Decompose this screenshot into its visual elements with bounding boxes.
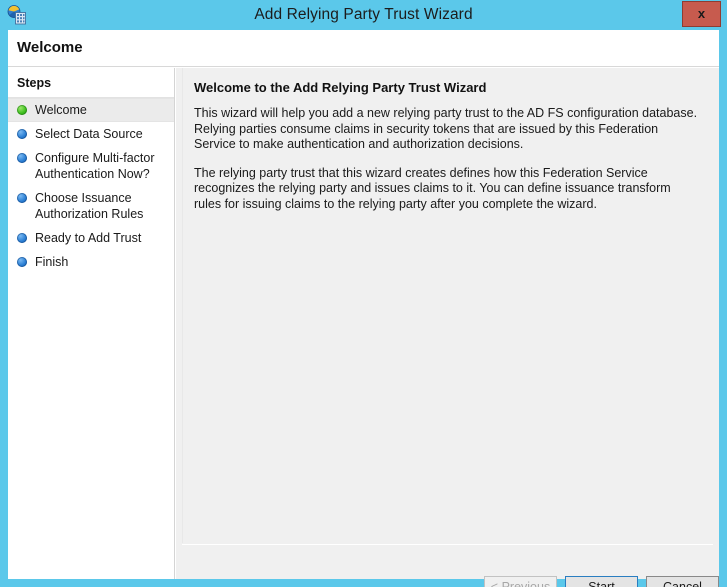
cancel-button[interactable]: Cancel: [646, 576, 719, 587]
content-paragraph: This wizard will help you add a new rely…: [194, 106, 698, 151]
sidebar-step-finish[interactable]: Finish: [8, 250, 174, 274]
previous-button[interactable]: < Previous: [484, 576, 557, 587]
dialog-body: Welcome Steps Welcome Select Data Source C…: [8, 30, 719, 587]
sidebar-step-label: Configure Multi-factor Authentication No…: [35, 151, 155, 181]
steps-list: Welcome Select Data Source Configure Multi…: [8, 98, 174, 274]
page-title: Welcome: [17, 39, 83, 56]
sidebar-step-choose-issuance-authorization-rules[interactable]: Choose Issuance Authorization Rules: [8, 186, 174, 226]
steps-sidebar: Steps Welcome Select Data Source Configure…: [8, 68, 175, 579]
window-title: Add Relying Party Trust Wizard: [254, 6, 473, 23]
button-bar: < Previous Start Cancel: [182, 545, 719, 587]
steps-heading: Steps: [17, 76, 52, 90]
sidebar-step-label: Ready to Add Trust: [35, 231, 142, 245]
step-current-bullet-icon: [17, 105, 27, 115]
sidebar-step-label: Finish: [35, 255, 69, 269]
close-button[interactable]: x: [682, 1, 721, 27]
content-area: Welcome to the Add Relying Party Trust W…: [176, 68, 719, 587]
page-header: Welcome: [8, 30, 719, 67]
sidebar-step-ready-to-add-trust[interactable]: Ready to Add Trust: [8, 226, 174, 250]
sidebar-step-label: Select Data Source: [35, 127, 143, 141]
content-panel: Welcome to the Add Relying Party Trust W…: [182, 68, 713, 543]
step-bullet-icon: [17, 153, 27, 163]
content-heading: Welcome to the Add Relying Party Trust W…: [194, 80, 487, 95]
sidebar-step-welcome[interactable]: Welcome: [8, 98, 174, 122]
wizard-window: Add Relying Party Trust Wizard x Welcome…: [0, 0, 727, 587]
step-bullet-icon: [17, 129, 27, 139]
step-bullet-icon: [17, 193, 27, 203]
sidebar-step-label: Choose Issuance Authorization Rules: [35, 191, 144, 221]
title-bar: Add Relying Party Trust Wizard x: [0, 0, 727, 30]
step-bullet-icon: [17, 257, 27, 267]
start-button[interactable]: Start: [565, 576, 638, 587]
content-paragraph: The relying party trust that this wizard…: [194, 165, 671, 211]
sidebar-step-select-data-source[interactable]: Select Data Source: [8, 122, 174, 146]
step-bullet-icon: [17, 233, 27, 243]
sidebar-step-configure-multi-factor-authentication-now[interactable]: Configure Multi-factor Authentication No…: [8, 146, 174, 186]
sidebar-step-label: Welcome: [35, 103, 87, 117]
